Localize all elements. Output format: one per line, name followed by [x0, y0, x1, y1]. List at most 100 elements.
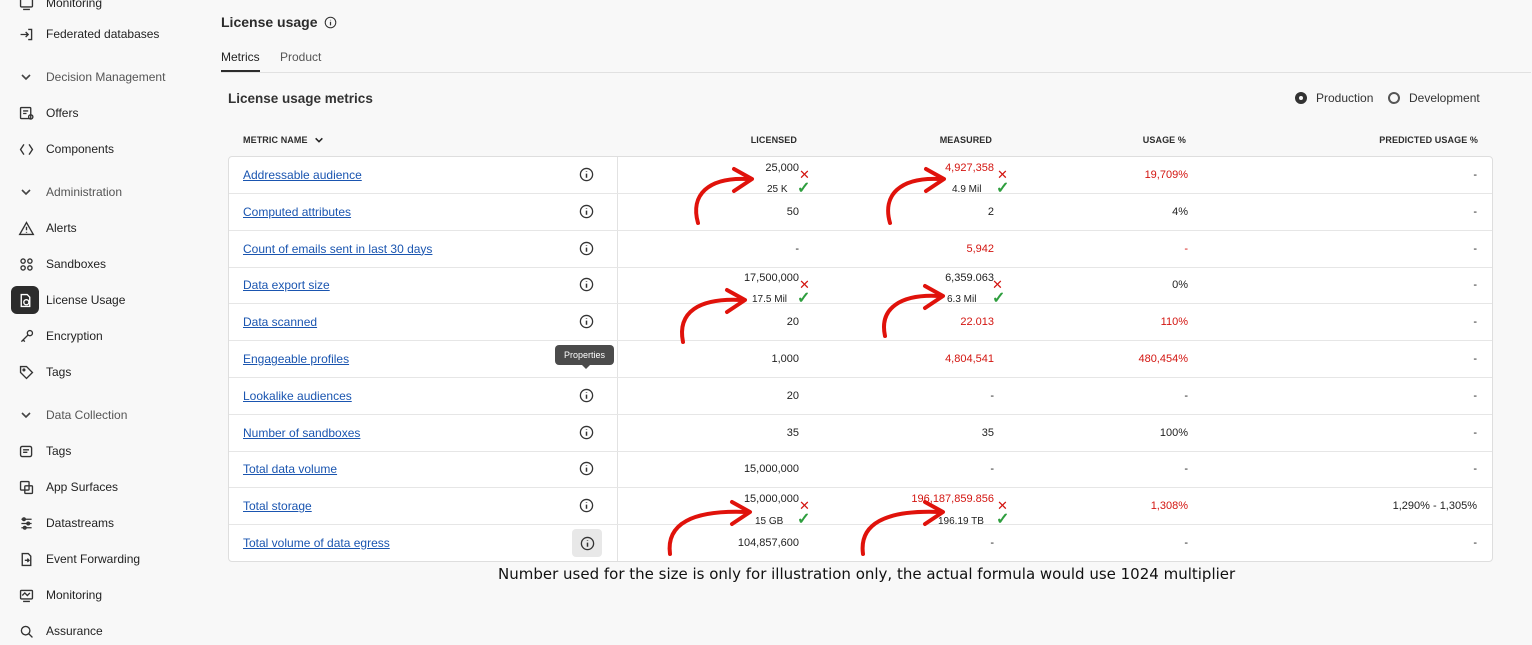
sidebar-item-app-surfaces[interactable]: App Surfaces	[10, 472, 188, 502]
sidebar: Monitoring Federated databases Decision …	[0, 0, 200, 645]
sidebar-item-license-usage[interactable]: License Usage	[10, 285, 188, 315]
metric-name-link[interactable]: Total volume of data egress	[243, 536, 390, 550]
tab-metrics[interactable]: Metrics	[221, 50, 260, 72]
cell-usage: 100%	[1159, 426, 1188, 439]
cell-usage: -	[1184, 242, 1188, 255]
sidebar-item-tags-admin[interactable]: Tags	[10, 357, 188, 387]
cell-predicted: 1,290% - 1,305%	[1392, 500, 1477, 513]
radio-production[interactable]: Production	[1295, 91, 1373, 105]
info-icon[interactable]	[579, 498, 595, 514]
info-icon[interactable]	[324, 16, 337, 29]
metric-name-link[interactable]: Addressable audience	[243, 168, 362, 182]
cell-usage: 0%	[1172, 279, 1188, 292]
cell-measured: 35	[981, 426, 994, 439]
cell-usage: 480,454%	[1138, 353, 1188, 365]
sandbox-icon	[16, 254, 36, 274]
annotation-arrow-icon	[860, 500, 945, 556]
cell-predicted: -	[1473, 389, 1477, 402]
page-title: License usage	[221, 14, 337, 30]
annotation-arrow-icon	[882, 284, 945, 338]
radio-development[interactable]: Development	[1388, 91, 1480, 105]
cell-usage: -	[1184, 537, 1188, 549]
cell-usage: 4%	[1172, 205, 1188, 218]
annotation-licensed-short: 25 K	[767, 184, 788, 195]
cell-usage: 110%	[1160, 316, 1188, 329]
sidebar-item-monitoring[interactable]: Monitoring	[10, 580, 188, 610]
table-row: Addressable audience 25,000 4,927,358 19,70…	[229, 157, 1492, 194]
app-surfaces-icon	[16, 477, 36, 497]
annotation-arrow-icon	[886, 167, 946, 225]
cell-licensed: 15,000,000	[743, 463, 799, 476]
table-row: Lookalike audiences 20 - - -	[229, 378, 1492, 415]
cell-predicted: -	[1473, 353, 1477, 365]
chevron-down-icon	[314, 137, 323, 143]
section-decision-management[interactable]: Decision Management	[10, 65, 165, 89]
monitoring-icon	[16, 0, 36, 13]
tab-product[interactable]: Product	[280, 50, 321, 72]
check-mark-icon: ✓	[996, 511, 1010, 528]
alert-icon	[16, 218, 36, 238]
sidebar-item-label: App Surfaces	[46, 480, 119, 494]
components-icon	[16, 139, 36, 159]
metric-name-link[interactable]: Engageable profiles	[243, 352, 349, 366]
cell-predicted: -	[1473, 537, 1477, 549]
section-administration[interactable]: Administration	[10, 180, 122, 204]
radio-unselected-icon	[1388, 92, 1400, 104]
sidebar-item-federated-databases[interactable]: Federated databases	[10, 19, 188, 49]
sidebar-item-datastreams[interactable]: Datastreams	[10, 508, 188, 538]
column-header-measured: MEASURED	[939, 135, 992, 145]
info-icon[interactable]	[579, 167, 595, 183]
metric-name-link[interactable]: Computed attributes	[243, 205, 351, 219]
sidebar-item-offers[interactable]: Offers	[10, 98, 188, 128]
sidebar-item-label: Monitoring	[46, 588, 103, 602]
chevron-down-icon	[16, 409, 36, 421]
metric-name-link[interactable]: Data scanned	[243, 315, 317, 329]
sidebar-item-monitoring-top[interactable]: Monitoring	[10, 0, 188, 18]
sidebar-item-label: Components	[46, 142, 115, 156]
column-header-metric-name[interactable]: METRIC NAME	[243, 135, 324, 145]
cell-measured: 5,942	[966, 242, 994, 255]
column-header-usage: USAGE %	[1142, 135, 1186, 145]
info-icon[interactable]	[579, 204, 595, 220]
radio-label: Production	[1316, 91, 1374, 105]
properties-tooltip: Properties	[555, 345, 615, 369]
info-icon[interactable]	[579, 241, 595, 257]
table-row: Data scanned 20 22.013 110% -	[229, 304, 1492, 342]
sidebar-item-components[interactable]: Components	[10, 134, 188, 164]
cell-predicted: -	[1473, 426, 1477, 439]
sidebar-item-assurance[interactable]: Assurance	[10, 616, 188, 645]
annotation-arrow-icon	[667, 500, 752, 556]
metric-name-link[interactable]: Count of emails sent in last 30 days	[243, 242, 432, 256]
column-header-predicted: PREDICTED USAGE %	[1379, 135, 1478, 145]
cell-licensed: 25,000	[765, 162, 799, 174]
metric-name-link[interactable]: Total storage	[243, 499, 312, 513]
sidebar-item-alerts[interactable]: Alerts	[10, 213, 188, 243]
sidebar-item-label: Federated databases	[46, 27, 160, 41]
metric-name-link[interactable]: Data export size	[243, 278, 330, 292]
info-icon[interactable]	[579, 425, 595, 441]
metric-name-link[interactable]: Total data volume	[243, 462, 337, 476]
sidebar-item-label: Event Forwarding	[46, 552, 141, 566]
cell-measured: -	[990, 389, 994, 402]
metric-name-link[interactable]: Number of sandboxes	[243, 426, 360, 440]
section-data-collection[interactable]: Data Collection	[10, 403, 127, 427]
sidebar-item-event-forwarding[interactable]: Event Forwarding	[10, 544, 188, 574]
cell-licensed: 20	[786, 389, 799, 402]
info-icon[interactable]	[579, 461, 595, 477]
cell-usage: 19,709%	[1144, 169, 1188, 181]
sidebar-item-label: Assurance	[46, 624, 103, 638]
sidebar-item-sandboxes[interactable]: Sandboxes	[10, 249, 188, 279]
info-icon[interactable]	[579, 314, 595, 330]
sidebar-item-encryption[interactable]: Encryption	[10, 321, 188, 351]
metric-name-link[interactable]: Lookalike audiences	[243, 389, 352, 403]
info-icon[interactable]	[579, 388, 595, 404]
info-icon[interactable]	[579, 277, 595, 293]
cell-licensed: 1,000	[771, 353, 799, 365]
check-mark-icon: ✓	[992, 290, 1006, 307]
info-icon[interactable]	[572, 529, 602, 557]
section-label: Decision Management	[46, 70, 166, 84]
sidebar-item-label: Tags	[46, 444, 72, 458]
sidebar-item-tags-data[interactable]: Tags	[10, 436, 188, 466]
cell-predicted: -	[1473, 242, 1477, 255]
table-row: Engageable profiles 1,000 4,804,541 480,454…	[229, 341, 1492, 378]
